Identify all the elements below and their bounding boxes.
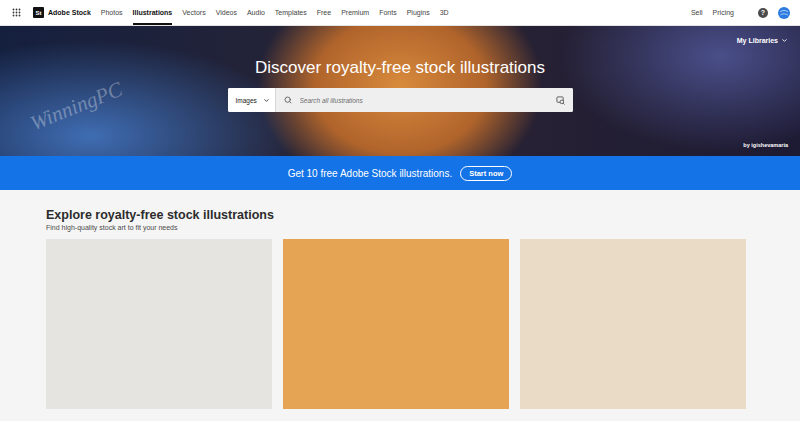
nav-item[interactable]: 3D <box>440 0 449 25</box>
top-nav: St Adobe Stock Photos Illustrations Vectors V… <box>0 0 800 26</box>
nav-item[interactable]: Templates <box>275 0 307 25</box>
hero: My Libraries Discover royalty-free stock … <box>0 26 800 156</box>
help-icon[interactable]: ? <box>758 8 768 18</box>
chevron-down-icon <box>263 97 270 104</box>
start-now-button[interactable]: Start now <box>460 166 512 181</box>
promo-banner: Get 10 free Adobe Stock illustrations. St… <box>0 156 800 190</box>
brand-name[interactable]: Adobe Stock <box>48 9 91 16</box>
search-type-select[interactable]: Images <box>228 88 276 112</box>
search-bar: Images <box>228 88 573 112</box>
explore-section: Explore royalty-free stock illustrations… <box>0 190 800 421</box>
card-grid <box>46 239 746 409</box>
illustration-card[interactable] <box>46 239 272 409</box>
hero-bottom: by igishevamaria <box>12 142 788 148</box>
apps-grid-icon[interactable] <box>12 8 21 17</box>
logo-mark[interactable]: St <box>33 7 44 18</box>
nav-item[interactable]: Plugins <box>407 0 430 25</box>
page: St Adobe Stock Photos Illustrations Vectors V… <box>0 0 800 421</box>
nav-item[interactable]: Photos <box>101 0 123 25</box>
illustration-card[interactable] <box>283 239 509 409</box>
image-credit[interactable]: by igishevamaria <box>743 142 788 148</box>
nav-item[interactable]: Free <box>317 0 331 25</box>
chevron-down-icon <box>781 37 788 44</box>
search-input[interactable] <box>298 96 550 105</box>
nav-item[interactable]: Videos <box>216 0 237 25</box>
nav-right: Sell Pricing? <box>691 0 790 25</box>
search-field <box>276 88 573 112</box>
illustration-card[interactable] <box>520 239 746 409</box>
search-icon <box>284 96 292 104</box>
nav-link[interactable]: Pricing <box>713 9 734 16</box>
section-title: Explore royalty-free stock illustrations <box>46 208 746 223</box>
watermark: WinningPC <box>27 77 126 136</box>
hero-title: Discover royalty-free stock illustration… <box>255 58 545 78</box>
section-subtitle: Find high-quality stock art to fit your … <box>46 223 746 233</box>
nav-item[interactable]: Illustrations <box>133 0 173 25</box>
nav-item[interactable]: Vectors <box>182 0 205 25</box>
nav-item[interactable]: Audio <box>247 0 265 25</box>
avatar-icon[interactable] <box>778 7 790 19</box>
my-libraries-button[interactable]: My Libraries <box>737 37 788 44</box>
brand[interactable]: St Adobe Stock <box>33 7 91 18</box>
nav-item[interactable]: Premium <box>341 0 369 25</box>
nav-item[interactable]: Fonts <box>379 0 397 25</box>
banner-text: Get 10 free Adobe Stock illustrations. <box>288 168 453 179</box>
nav-link[interactable]: Sell <box>691 9 703 16</box>
hero-top: My Libraries <box>12 37 788 44</box>
nav-left: St Adobe Stock Photos Illustrations Vectors V… <box>12 0 449 25</box>
visual-search-icon[interactable] <box>556 96 565 105</box>
